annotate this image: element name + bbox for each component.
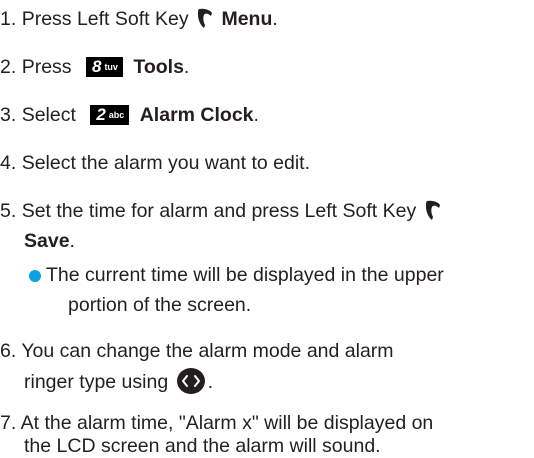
step-text: Select the alarm you want to edit. <box>21 152 311 174</box>
step-number: 7. <box>0 412 17 434</box>
step-suffix: . <box>272 8 278 30</box>
step-3: 3. Select 2 abc Alarm Clock. <box>0 100 259 130</box>
step-text: ringer type using <box>24 371 169 393</box>
step-suffix: . <box>207 371 214 393</box>
step-6-continued: ringer type using . <box>24 366 213 396</box>
alarm-clock-label: Alarm Clock <box>139 104 254 126</box>
step-suffix: . <box>183 56 190 78</box>
step-4: 4. Select the alarm you want to edit. <box>0 148 310 178</box>
step-text: Set the time for alarm and press Left So… <box>21 200 417 222</box>
key-2-icon: 2 abc <box>90 105 130 125</box>
step-5-continued: Save. <box>24 226 75 256</box>
tools-label: Tools <box>133 56 184 78</box>
save-label: Save <box>24 230 70 252</box>
bullet-dot-icon <box>29 270 41 282</box>
key-letters: tuv <box>104 62 118 72</box>
note-item: The current time will be displayed in th… <box>26 260 506 290</box>
key-number: 2 <box>96 105 106 124</box>
step-text: At the alarm time, "Alarm x" will be dis… <box>20 412 434 434</box>
menu-label: Menu <box>221 8 273 30</box>
step-5: 5. Set the time for alarm and press Left… <box>0 196 444 226</box>
step-number: 2. <box>0 56 17 78</box>
nav-left-right-icon <box>176 368 205 394</box>
step-number: 1. <box>0 8 17 30</box>
step-6: 6. You can change the alarm mode and ala… <box>0 336 394 366</box>
left-soft-key-icon <box>425 200 440 220</box>
step-number: 5. <box>0 200 17 222</box>
step-suffix: . <box>69 230 75 252</box>
step-2: 2. Press 8 tuv Tools. <box>0 52 189 82</box>
step-number: 6. <box>0 340 17 362</box>
step-number: 3. <box>0 104 17 126</box>
step-text: Press <box>21 56 72 78</box>
step-suffix: . <box>253 104 259 126</box>
step-text: You can change the alarm mode and alarm <box>21 340 394 362</box>
left-soft-key-icon <box>198 8 213 28</box>
step-text: Select <box>21 104 76 126</box>
step-text: Press Left Soft Key <box>21 8 189 30</box>
note-text-continued: portion of the screen. <box>68 294 252 316</box>
step-1: 1. Press Left Soft Key Menu. <box>0 4 278 34</box>
step-number: 4. <box>0 152 17 174</box>
step-7-continued: the LCD screen and the alarm will sound. <box>24 435 381 457</box>
key-8-icon: 8 tuv <box>85 57 123 77</box>
key-letters: abc <box>108 110 125 120</box>
note-text: The current time will be displayed in th… <box>46 264 444 286</box>
key-number: 8 <box>91 57 102 76</box>
